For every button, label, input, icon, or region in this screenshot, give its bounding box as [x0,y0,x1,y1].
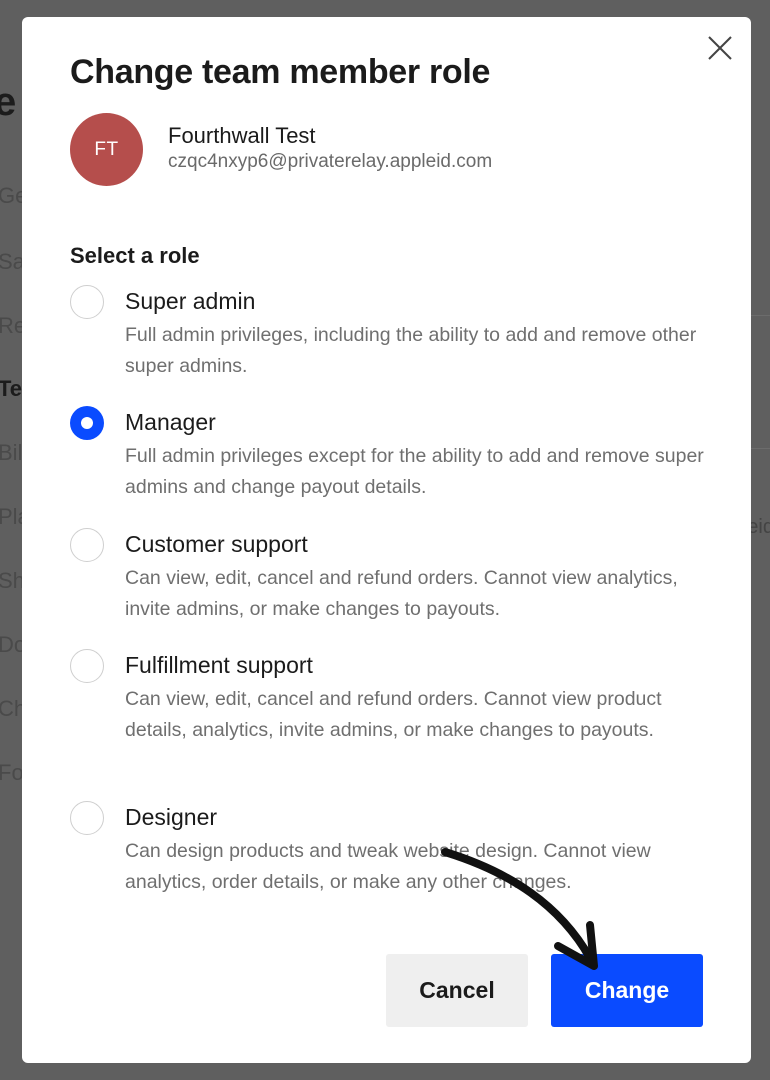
role-description: Full admin privileges, including the abi… [125,324,697,377]
cancel-button[interactable]: Cancel [386,954,528,1027]
role-name: Super admin [125,288,256,314]
role-name: Manager [125,409,216,435]
close-button[interactable] [703,31,737,65]
role-radio[interactable] [70,406,104,440]
change-role-dialog: Change team member role FT Fourthwall Te… [22,17,751,1063]
role-name: Designer [125,804,218,830]
role-name: Fulfillment support [125,652,313,678]
background-nav-item-active: Te [0,376,23,401]
member-summary: FT Fourthwall Test czqc4nxyp6@privaterel… [70,113,492,186]
role-radio[interactable] [70,528,104,562]
member-email: czqc4nxyp6@privaterelay.appleid.com [168,150,493,172]
change-button[interactable]: Change [551,954,703,1027]
select-role-label: Select a role [70,243,200,268]
role-description: Can view, edit, cancel and refund orders… [125,688,662,741]
background-heading-fragment: e [0,80,17,124]
role-description: Full admin privileges except for the abi… [125,445,704,498]
role-radio[interactable] [70,285,104,319]
role-radio[interactable] [70,649,104,683]
background-nav-item: Fo [0,760,24,785]
role-name: Customer support [125,531,308,557]
member-info: Fourthwall Test czqc4nxyp6@privaterelay.… [168,122,492,174]
role-description: Can view, edit, cancel and refund orders… [125,567,678,620]
role-radio[interactable] [70,801,104,835]
background-nav-item: Bil [0,440,23,465]
close-icon [708,36,732,60]
avatar: FT [70,113,143,186]
dialog-title: Change team member role [70,53,491,91]
member-name: Fourthwall Test [168,122,316,148]
role-description: Can design products and tweak website de… [125,840,651,893]
